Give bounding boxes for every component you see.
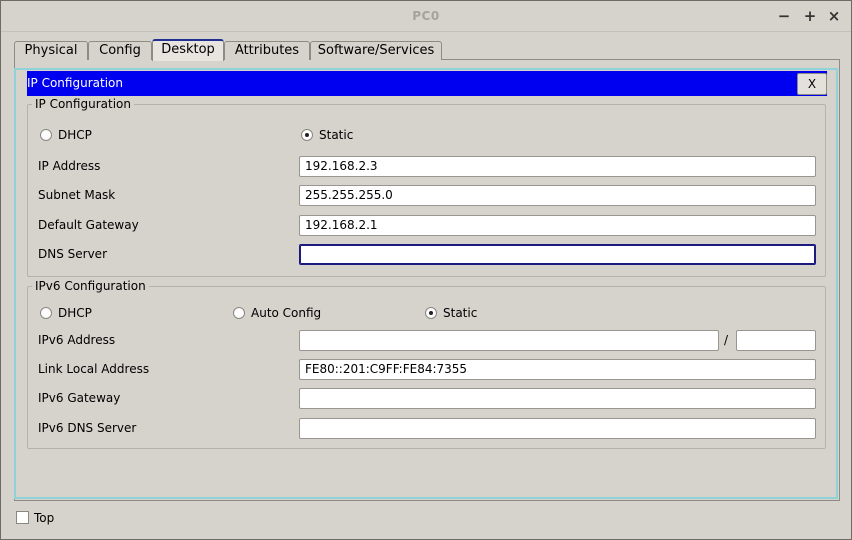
dialog-titlebar: IP Configuration [27, 71, 827, 96]
tab-config[interactable]: Config [88, 41, 152, 60]
tab-physical[interactable]: Physical [14, 41, 88, 60]
ipv6-dhcp-radio[interactable] [40, 307, 52, 319]
ip-configuration-group-title: IP Configuration [32, 97, 134, 111]
dns-server-field[interactable] [299, 244, 816, 265]
window-title: PC0 [412, 9, 440, 23]
ipv4-static-label: Static [319, 128, 354, 142]
ipv6-static-label: Static [443, 306, 478, 320]
subnet-mask-field[interactable]: 255.255.255.0 [299, 185, 816, 206]
ipv4-dhcp-label: DHCP [58, 128, 92, 142]
top-checkbox[interactable] [16, 511, 29, 524]
ipv6-address-label: IPv6 Address [38, 333, 116, 347]
ipv6-auto-config-label: Auto Config [251, 306, 322, 320]
ipv6-dhcp-label: DHCP [58, 306, 92, 320]
ipv4-dhcp-radio[interactable] [40, 129, 52, 141]
ipv6-prefix-field[interactable] [736, 330, 816, 351]
title-bar[interactable]: PC0 − + × [1, 1, 851, 32]
close-icon[interactable]: × [825, 7, 843, 25]
subnet-mask-label: Subnet Mask [38, 188, 116, 202]
ip-address-field[interactable]: 192.168.2.3 [299, 156, 816, 177]
dns-server-label: DNS Server [38, 247, 107, 261]
minimize-icon[interactable]: − [775, 7, 793, 25]
ipv6-gateway-label: IPv6 Gateway [38, 391, 121, 405]
ipv6-address-field[interactable] [299, 330, 719, 351]
tab-desktop[interactable]: Desktop [152, 39, 224, 61]
ipv6-static-radio[interactable] [425, 307, 437, 319]
default-gateway-label: Default Gateway [38, 218, 139, 232]
ipv6-gateway-field[interactable] [299, 388, 816, 409]
ipv6-configuration-group-title: IPv6 Configuration [32, 279, 149, 293]
dialog-title: IP Configuration [27, 76, 123, 90]
ipv6-dns-server-label: IPv6 DNS Server [38, 421, 137, 435]
link-local-address-field[interactable]: FE80::201:C9FF:FE84:7355 [299, 359, 816, 380]
ipv6-auto-config-radio[interactable] [233, 307, 245, 319]
dialog-close-button[interactable]: X [797, 73, 827, 95]
ipv6-dns-server-field[interactable] [299, 418, 816, 439]
maximize-icon[interactable]: + [801, 7, 819, 25]
tab-attributes[interactable]: Attributes [224, 41, 310, 60]
default-gateway-field[interactable]: 192.168.2.1 [299, 215, 816, 236]
link-local-address-label: Link Local Address [38, 362, 150, 376]
tab-software-services[interactable]: Software/Services [310, 41, 442, 60]
top-checkbox-label: Top [34, 511, 55, 525]
ipv4-static-radio[interactable] [301, 129, 313, 141]
pc0-window: PC0 − + × Physical Config Desktop Attrib… [0, 0, 852, 540]
prefix-separator: / [724, 333, 729, 347]
ip-address-label: IP Address [38, 159, 101, 173]
